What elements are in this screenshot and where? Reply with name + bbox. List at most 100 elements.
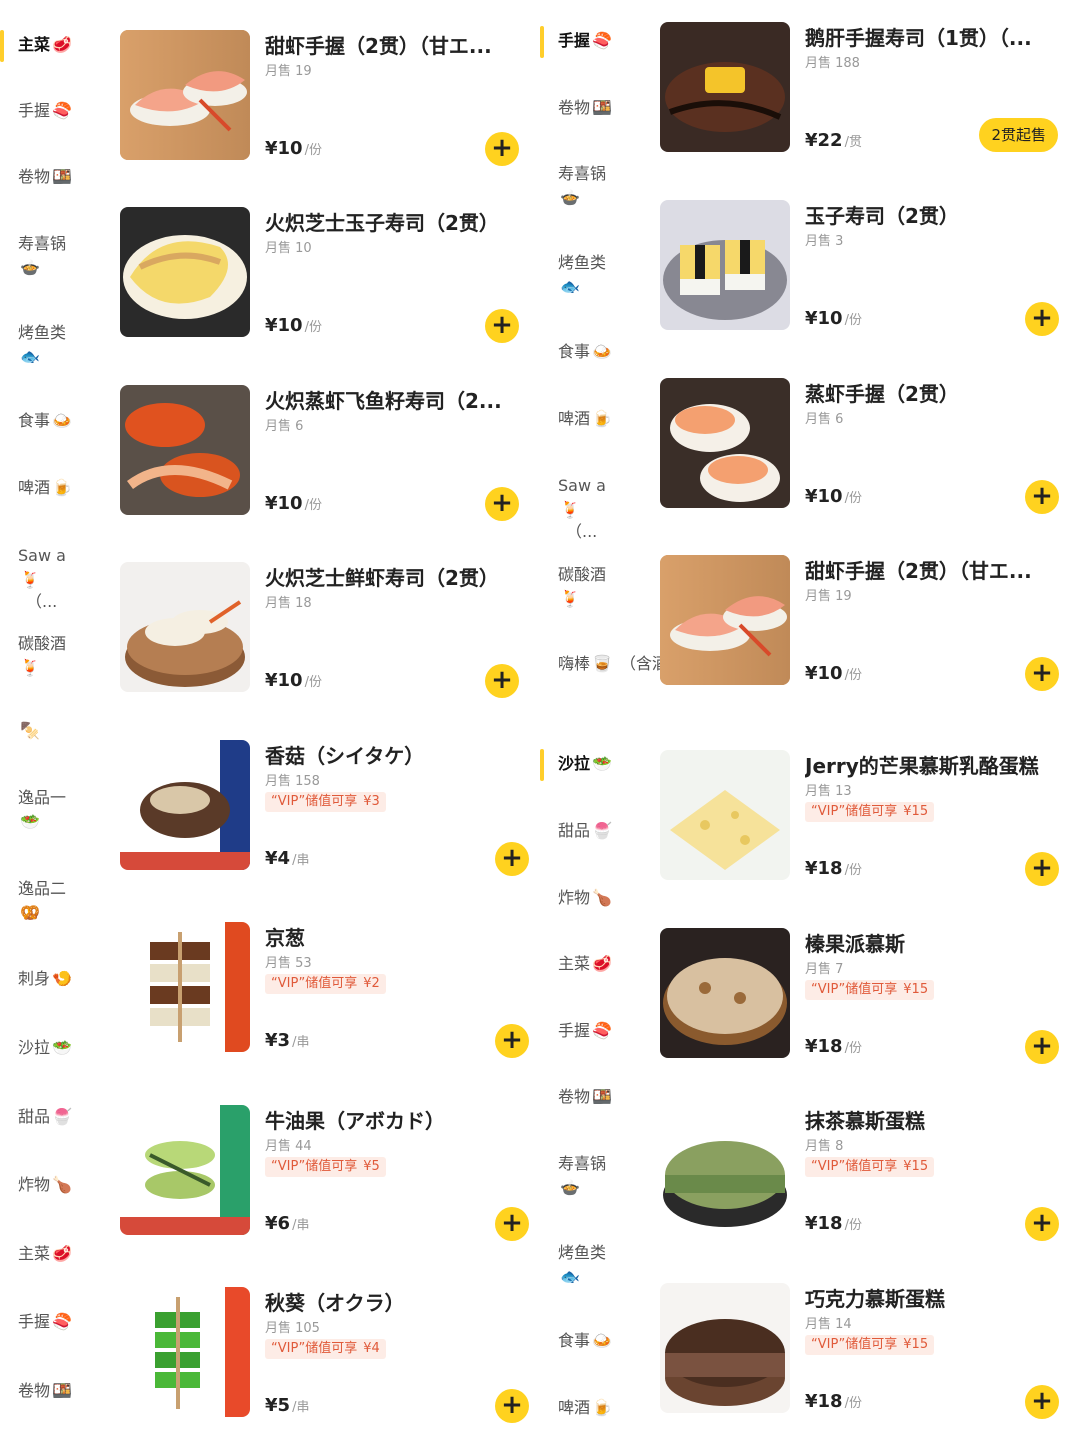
product-image[interactable] — [660, 1105, 790, 1235]
vip-label: “VIP”储值可享 — [811, 1159, 898, 1174]
sidebar-category-item[interactable]: 寿喜锅 🍲 — [0, 233, 66, 279]
product-card[interactable]: 火炽芝士玉子寿司（2贯） 月售 10 ¥10/份 + — [120, 207, 540, 357]
add-to-cart-button[interactable]: + — [1025, 302, 1059, 336]
product-image[interactable] — [660, 750, 790, 880]
sidebar-category-item[interactable]: 手握 🍣 — [540, 30, 612, 52]
product-card[interactable]: 香菇（シイタケ） 月售 158 “VIP”储值可享 ¥3 ¥4/串 + — [120, 740, 540, 890]
product-card[interactable]: 巧克力慕斯蛋糕 月售 14 “VIP”储值可享 ¥15 ¥18/份 + — [660, 1283, 1080, 1433]
product-card[interactable]: 牛油果（アボカド） 月售 44 “VIP”储值可享 ¥5 ¥6/串 + — [120, 1105, 540, 1255]
sidebar-category-item[interactable]: 手握 🍣 — [0, 1311, 72, 1333]
sidebar-category-item[interactable]: 食事 🍛 — [540, 1330, 612, 1352]
vip-label: “VIP”储值可享 — [811, 804, 898, 819]
add-to-cart-button[interactable]: + — [495, 1024, 529, 1058]
sidebar-category-item[interactable]: 寿喜锅 🍲 — [540, 163, 606, 209]
sidebar-category-item[interactable]: 卷物 🍱 — [540, 97, 612, 119]
product-card[interactable]: Jerry的芒果慕斯乳酪蛋糕 月售 13 “VIP”储值可享 ¥15 ¥18/份 + — [660, 750, 1080, 900]
add-to-cart-button[interactable]: + — [485, 132, 519, 166]
price-unit: /串 — [292, 1035, 310, 1050]
product-image[interactable] — [120, 385, 250, 515]
add-to-cart-button[interactable]: + — [1025, 1030, 1059, 1064]
sidebar-category-item[interactable]: 甜品 🍧 — [540, 820, 612, 842]
sidebar-category-item[interactable]: 手握 🍣 — [0, 100, 72, 122]
sidebar-category-item[interactable]: 主菜 🥩 — [0, 34, 72, 56]
add-to-cart-button[interactable]: + — [485, 487, 519, 521]
product-card[interactable]: 蒸虾手握（2贯） 月售 6 ¥10/份 + — [660, 378, 1080, 528]
product-image[interactable] — [120, 207, 250, 337]
add-to-cart-button[interactable]: + — [495, 1389, 529, 1423]
product-image[interactable] — [120, 30, 250, 160]
sidebar-category-item[interactable]: 逸品一 🥗 — [0, 787, 66, 833]
product-image[interactable] — [120, 922, 250, 1052]
category-emoji-icon: 🥗 — [20, 812, 40, 831]
sidebar-category-item[interactable]: 逸品二 🥨 — [0, 878, 66, 924]
min-order-badge[interactable]: 2贯起售 — [979, 118, 1058, 152]
monthly-sales: 月售 105 — [265, 1321, 320, 1336]
sidebar-category-item[interactable]: 甜品 🍧 — [0, 1106, 72, 1128]
vip-price-tag: “VIP”储值可享 ¥15 — [805, 802, 935, 822]
sidebar-category-item[interactable]: 卷物 🍱 — [0, 166, 72, 188]
sidebar-category-item[interactable]: 碳酸酒 🍹 — [540, 564, 606, 610]
sidebar-category-item[interactable]: 烤鱼类 🐟 — [540, 252, 606, 298]
add-to-cart-button[interactable]: + — [1025, 480, 1059, 514]
product-image[interactable] — [660, 200, 790, 330]
sidebar-category-item[interactable]: 食事 🍛 — [0, 410, 72, 432]
sidebar-category-item[interactable]: 炸物 🍗 — [540, 887, 612, 909]
sidebar-category-item[interactable]: 碳酸酒 🍹 — [0, 633, 66, 679]
product-card[interactable]: 火炽蒸虾飞鱼籽寿司（2... 月售 6 ¥10/份 + — [120, 385, 540, 535]
product-card[interactable]: 秋葵（オクラ） 月售 105 “VIP”储值可享 ¥4 ¥5/串 + — [120, 1287, 540, 1437]
product-card[interactable]: 甜虾手握（2贯）（甘エ... 月售 19 ¥10/份 + — [120, 30, 540, 180]
product-card[interactable]: 榛果派慕斯 月售 7 “VIP”储值可享 ¥15 ¥18/份 + — [660, 928, 1080, 1078]
sidebar-category-label: 手握 — [18, 101, 51, 120]
add-to-cart-button[interactable]: + — [495, 1207, 529, 1241]
product-image[interactable] — [660, 378, 790, 508]
product-card[interactable]: 火炽芝士鲜虾寿司（2贯） 月售 18 ¥10/份 + — [120, 562, 540, 712]
product-card[interactable]: 甜虾手握（2贯）（甘エ... 月售 19 ¥10/份 + — [660, 555, 1080, 705]
sidebar-category-item[interactable]: 🍢 — [0, 720, 40, 742]
sidebar-category-item[interactable]: 烤鱼类 🐟 — [540, 1242, 606, 1288]
sidebar-category-item[interactable]: 啤酒 🍺 — [540, 408, 612, 430]
sidebar-category-item[interactable]: 卷物 🍱 — [540, 1086, 612, 1108]
add-to-cart-button[interactable]: + — [1025, 1385, 1059, 1419]
vip-label: “VIP”储值可享 — [811, 1337, 898, 1352]
product-image[interactable] — [120, 1105, 250, 1235]
product-card[interactable]: 鹅肝手握寿司（1贯）（... 月售 188 ¥22/贯 2贯起售 — [660, 22, 1080, 172]
sidebar-category-item[interactable]: 啤酒 🍺 — [540, 1397, 612, 1419]
sidebar-category-item[interactable]: 主菜 🥩 — [540, 953, 612, 975]
sidebar-category-item[interactable]: 沙拉 🥗 — [0, 1037, 72, 1059]
sidebar-category-item[interactable]: 沙拉 🥗 — [540, 753, 612, 775]
sidebar-category-extra: （... — [26, 592, 58, 611]
add-to-cart-button[interactable]: + — [1025, 852, 1059, 886]
sidebar-category-item[interactable]: 炸物 🍗 — [0, 1174, 72, 1196]
vip-price-tag: “VIP”储值可享 ¥3 — [265, 792, 386, 812]
price-unit: /串 — [292, 853, 310, 868]
sidebar-category-item[interactable]: 烤鱼类 🐟 — [0, 322, 66, 368]
product-image[interactable] — [660, 928, 790, 1058]
sidebar-category-label: 手握 — [18, 1312, 51, 1331]
vip-price: ¥15 — [903, 1337, 929, 1352]
product-image[interactable] — [120, 740, 250, 870]
sidebar-category-item[interactable]: 食事 🍛 — [540, 341, 612, 363]
sidebar-category-item[interactable]: 刺身 🍤 — [0, 968, 72, 990]
product-image[interactable] — [120, 1287, 250, 1417]
add-to-cart-button[interactable]: + — [1025, 1207, 1059, 1241]
product-image[interactable] — [660, 555, 790, 685]
sidebar-category-item[interactable]: 寿喜锅 🍲 — [540, 1153, 606, 1199]
vip-price: ¥15 — [903, 982, 929, 997]
sidebar-category-item[interactable]: Saw a 🍹 （... — [540, 475, 606, 543]
product-price: ¥3/串 — [265, 1030, 309, 1051]
sidebar-category-item[interactable]: 啤酒 🍺 — [0, 477, 72, 499]
product-image[interactable] — [120, 562, 250, 692]
add-to-cart-button[interactable]: + — [495, 842, 529, 876]
add-to-cart-button[interactable]: + — [485, 309, 519, 343]
product-card[interactable]: 抹茶慕斯蛋糕 月售 8 “VIP”储值可享 ¥15 ¥18/份 + — [660, 1105, 1080, 1255]
sidebar-category-item[interactable]: 主菜 🥩 — [0, 1243, 72, 1265]
sidebar-category-item[interactable]: Saw a 🍹 （... — [0, 545, 66, 613]
product-image[interactable] — [660, 22, 790, 152]
sidebar-category-item[interactable]: 手握 🍣 — [540, 1020, 612, 1042]
sidebar-category-item[interactable]: 卷物 🍱 — [0, 1380, 72, 1402]
add-to-cart-button[interactable]: + — [1025, 657, 1059, 691]
add-to-cart-button[interactable]: + — [485, 664, 519, 698]
product-card[interactable]: 京葱 月售 53 “VIP”储值可享 ¥2 ¥3/串 + — [120, 922, 540, 1072]
product-image[interactable] — [660, 1283, 790, 1413]
product-card[interactable]: 玉子寿司（2贯） 月售 3 ¥10/份 + — [660, 200, 1080, 350]
